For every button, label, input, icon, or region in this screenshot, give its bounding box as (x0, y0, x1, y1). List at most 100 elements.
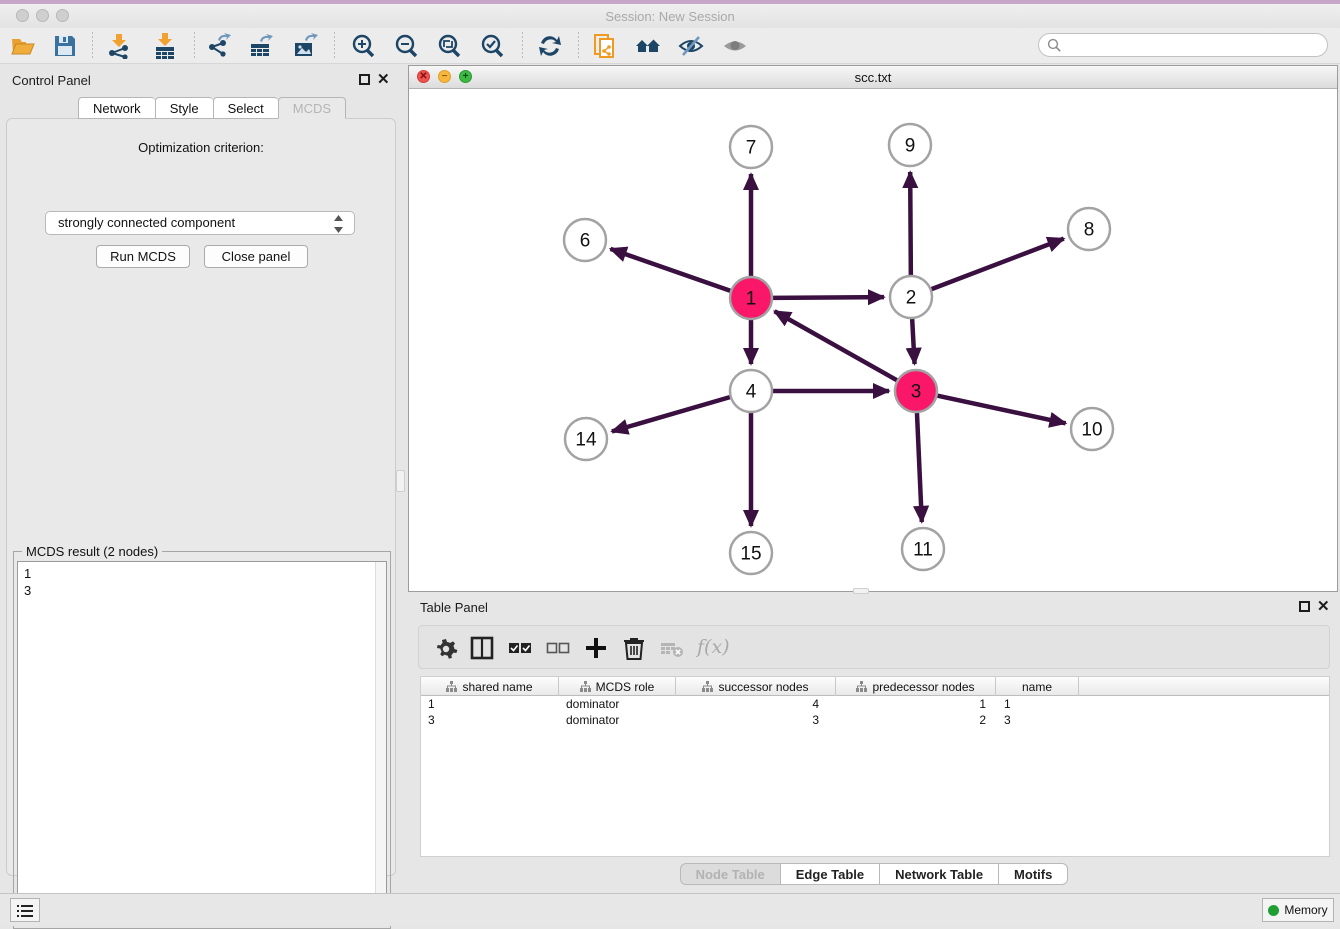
cell-successor-nodes: 3 (676, 712, 836, 728)
delete-icon[interactable] (621, 635, 647, 661)
tab-style[interactable]: Style (155, 97, 213, 119)
table-header-row: shared name MCDS role successor nodes pr… (421, 677, 1329, 696)
show-eye-icon[interactable] (722, 33, 748, 59)
tab-select[interactable]: Select (213, 97, 278, 119)
graph-edge-4-14[interactable] (612, 397, 730, 431)
add-icon[interactable] (583, 635, 609, 661)
sort-icon (856, 681, 867, 692)
float-panel-icon[interactable] (359, 74, 370, 85)
table-toolbar: f(x) (418, 625, 1330, 669)
cell-predecessor-nodes: 1 (836, 696, 996, 712)
task-history-button[interactable] (10, 898, 40, 922)
network-window-titlebar[interactable]: ✕ − + scc.txt (409, 66, 1337, 89)
export-network-icon[interactable] (206, 33, 232, 59)
column-header-shared-name[interactable]: shared name (421, 677, 559, 696)
table-panel-tabs: Node Table Edge Table Network Table Moti… (408, 863, 1340, 885)
tab-edge-table[interactable]: Edge Table (780, 863, 879, 885)
duplicate-network-icon[interactable] (592, 33, 618, 59)
gear-icon[interactable] (433, 635, 459, 661)
graph-node-label-6: 6 (580, 231, 591, 252)
search-icon (1047, 38, 1062, 53)
mcds-result-text[interactable]: 1 3 (17, 561, 387, 924)
cell-predecessor-nodes: 2 (836, 712, 996, 728)
save-icon[interactable] (52, 33, 78, 59)
hide-eye-icon[interactable] (678, 33, 704, 59)
table-panel-title: Table Panel (420, 600, 488, 615)
tab-network[interactable]: Network (78, 97, 155, 119)
criterion-select[interactable]: strongly connected component (45, 211, 355, 235)
column-header-successor-nodes[interactable]: successor nodes (676, 677, 836, 696)
vertical-splitter-grip[interactable] (396, 470, 405, 492)
sort-icon (580, 681, 591, 692)
tab-mcds[interactable]: MCDS (278, 97, 346, 119)
graph-edge-3-10[interactable] (938, 396, 1066, 424)
graph-edge-2-8[interactable] (932, 239, 1064, 290)
refresh-icon[interactable] (537, 33, 563, 59)
close-panel-icon[interactable]: ✕ (377, 70, 390, 88)
zoom-selected-icon[interactable] (479, 33, 505, 59)
close-panel-button[interactable]: Close panel (204, 245, 308, 268)
search-input[interactable] (1065, 35, 1320, 55)
graph-node-label-2: 2 (906, 288, 917, 309)
table-row[interactable]: 3 dominator 3 2 3 (421, 712, 1329, 728)
column-header-mcds-role[interactable]: MCDS role (559, 677, 676, 696)
float-table-panel-icon[interactable] (1299, 601, 1310, 612)
result-line: 1 (24, 565, 380, 582)
graph-edge-2-3[interactable] (912, 319, 914, 364)
deselect-all-icon[interactable] (545, 635, 571, 661)
graph-edge-3-1[interactable] (775, 311, 897, 380)
cell-name: 3 (996, 712, 1079, 728)
node-table[interactable]: shared name MCDS role successor nodes pr… (420, 676, 1330, 857)
home-views-icon[interactable] (635, 33, 661, 59)
tab-node-table[interactable]: Node Table (680, 863, 780, 885)
select-all-icon[interactable] (507, 635, 533, 661)
toolbar-divider (194, 32, 195, 60)
table-panel: Table Panel ✕ f(x) (408, 594, 1340, 890)
column-header-predecessor-nodes[interactable]: predecessor nodes (836, 677, 996, 696)
column-header-name[interactable]: name (996, 677, 1079, 696)
delete-column-icon[interactable] (659, 635, 685, 661)
mcds-result-group: MCDS result (2 nodes) 1 3 (13, 551, 391, 929)
zoom-in-icon[interactable] (350, 33, 376, 59)
graph-edge-2-9[interactable] (910, 172, 911, 275)
graph-node-label-10: 10 (1081, 420, 1102, 441)
search-box[interactable] (1038, 33, 1328, 57)
mcds-tab-panel: Optimization criterion: strongly connect… (6, 118, 396, 876)
folder-open-icon[interactable] (10, 33, 36, 59)
select-arrows-icon (333, 215, 344, 233)
export-table-icon[interactable] (248, 33, 274, 59)
main-toolbar (0, 28, 1340, 64)
toolbar-divider (578, 32, 579, 60)
graph-node-label-14: 14 (575, 430, 597, 451)
zoom-out-icon[interactable] (393, 33, 419, 59)
graph-node-label-9: 9 (905, 136, 916, 157)
result-scrollbar[interactable] (375, 562, 386, 923)
function-builder-button[interactable]: f(x) (697, 636, 730, 658)
zoom-fit-icon[interactable] (436, 33, 462, 59)
app-titlebar: Session: New Session (0, 4, 1340, 28)
app-title: Session: New Session (0, 9, 1340, 24)
close-table-panel-icon[interactable]: ✕ (1317, 597, 1330, 615)
toolbar-divider (522, 32, 523, 60)
toolbar-divider (334, 32, 335, 60)
columns-icon[interactable] (469, 635, 495, 661)
import-table-icon[interactable] (152, 33, 178, 59)
tab-network-table[interactable]: Network Table (879, 863, 998, 885)
table-row[interactable]: 1 dominator 4 1 1 (421, 696, 1329, 712)
graph-edge-1-2[interactable] (773, 297, 884, 298)
toolbar-divider (92, 32, 93, 60)
cell-mcds-role: dominator (559, 696, 676, 712)
run-mcds-button[interactable]: Run MCDS (96, 245, 190, 268)
list-icon (16, 903, 34, 919)
sort-icon (702, 681, 713, 692)
graph-edge-1-6[interactable] (610, 249, 730, 291)
control-panel-title: Control Panel (12, 73, 91, 88)
tab-motifs[interactable]: Motifs (998, 863, 1068, 885)
import-network-icon[interactable] (106, 33, 132, 59)
export-image-icon[interactable] (292, 33, 318, 59)
graph-node-label-7: 7 (746, 138, 757, 159)
graph-edge-3-11[interactable] (917, 413, 922, 522)
memory-button[interactable]: Memory (1262, 898, 1334, 922)
network-graph-canvas[interactable]: 7968124314101511 (409, 89, 1337, 591)
status-bar: Memory (0, 893, 1340, 926)
